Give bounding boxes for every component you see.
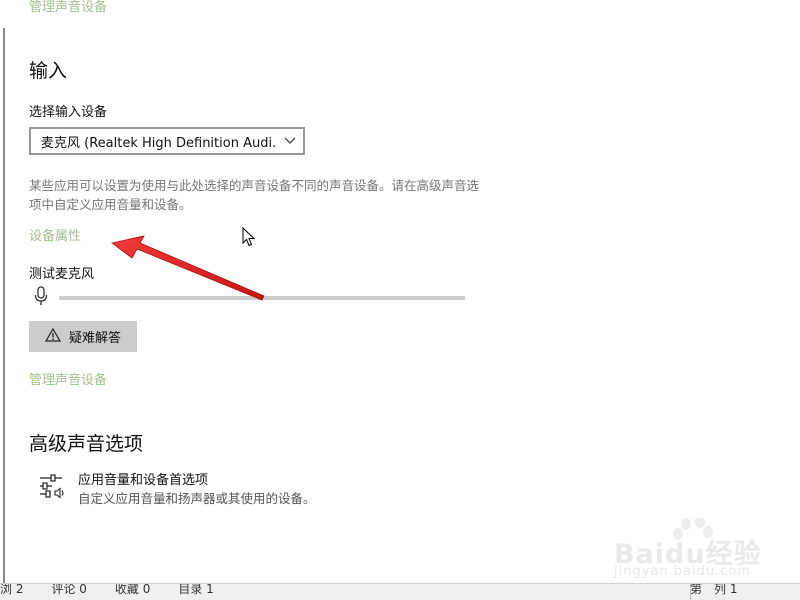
sliders-speaker-icon bbox=[38, 472, 66, 504]
status-item-right-1: 列 1 bbox=[714, 583, 738, 596]
app-volume-preferences-subtitle: 自定义应用音量和扬声器或其使用的设备。 bbox=[78, 491, 316, 506]
app-volume-preferences-title: 应用音量和设备首选项 bbox=[78, 473, 209, 488]
input-device-dropdown[interactable]: 麦克风 (Realtek High Definition Audi... bbox=[29, 127, 305, 155]
status-item-left-2: 收藏 0 bbox=[114, 583, 151, 596]
manage-sound-devices-link[interactable]: 管理声音设备 bbox=[29, 369, 107, 388]
chevron-down-icon bbox=[277, 137, 303, 145]
status-item-right-0: 第 bbox=[690, 583, 703, 596]
warning-icon bbox=[44, 327, 62, 346]
app-volume-preferences-item[interactable]: 应用音量和设备首选项 自定义应用音量和扬声器或其使用的设备。 bbox=[38, 472, 316, 508]
microphone-icon bbox=[34, 286, 48, 310]
status-item-left-3: 目录 1 bbox=[178, 583, 214, 596]
input-device-description: 某些应用可以设置为使用与此处选择的声音设备不同的声音设备。请在高级声音选项中自定… bbox=[29, 178, 480, 212]
test-microphone-label: 测试麦克风 bbox=[29, 267, 95, 282]
status-item-left-1: 评论 0 bbox=[51, 583, 87, 596]
status-item-left-0: 浏 2 bbox=[0, 583, 24, 596]
watermark-url: jingyan.baidu.com bbox=[614, 564, 751, 579]
status-bar-left: 浏 2 评论 0 收藏 0 目录 1 bbox=[0, 583, 214, 597]
window-left-border bbox=[3, 28, 5, 583]
manage-sound-devices-link-top[interactable]: 管理声音设备 bbox=[29, 0, 107, 15]
troubleshoot-button-label: 疑难解答 bbox=[68, 331, 121, 346]
input-device-selected-value: 麦克风 (Realtek High Definition Audi... bbox=[41, 135, 277, 151]
status-bar-right: 第列 1 bbox=[690, 583, 738, 597]
advanced-sound-options-title: 高级声音选项 bbox=[29, 433, 144, 455]
microphone-level-meter bbox=[59, 296, 465, 300]
baidu-jingyan-watermark: Baidu经验 jingyan.baidu.com bbox=[608, 518, 761, 582]
document-status-bar: 浏 2 评论 0 收藏 0 目录 1 第列 1 bbox=[0, 583, 800, 600]
device-properties-link[interactable]: 设备属性 bbox=[29, 225, 81, 244]
input-section-title: 输入 bbox=[29, 60, 68, 82]
troubleshoot-button[interactable]: 疑难解答 bbox=[29, 321, 137, 352]
microphone-row bbox=[34, 286, 48, 310]
select-input-device-label: 选择输入设备 bbox=[29, 105, 108, 120]
sound-settings-panel: 管理声音设备 输入 选择输入设备 麦克风 (Realtek High Defin… bbox=[0, 0, 800, 583]
mouse-cursor-icon bbox=[242, 226, 256, 251]
